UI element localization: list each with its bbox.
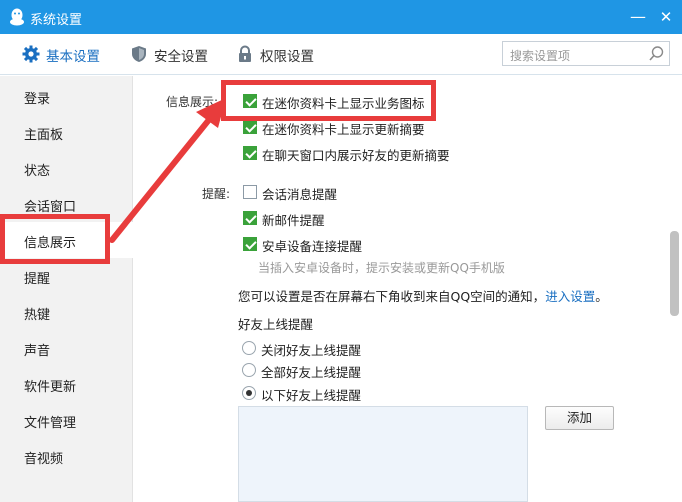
sidebar-item-file-management[interactable]: 文件管理 <box>0 402 133 438</box>
checkbox-label: 会话消息提醒 <box>262 187 338 202</box>
sidebar-item-label: 会话窗口 <box>24 200 77 215</box>
qq-penguin-icon <box>10 8 24 26</box>
scrollbar-thumb[interactable] <box>670 231 679 316</box>
shield-icon <box>132 46 146 62</box>
sidebar-item-label: 音视频 <box>24 452 64 467</box>
sidebar-item-label: 状态 <box>24 164 51 179</box>
tab-label: 权限设置 <box>260 49 314 65</box>
qzone-notice-suffix: 。 <box>595 289 608 304</box>
sidebar-item-main-panel[interactable]: 主面板 <box>0 114 133 150</box>
window-title: 系统设置 <box>30 13 83 28</box>
tab-label: 基本设置 <box>46 49 100 65</box>
highlight-box-option <box>221 80 436 121</box>
friend-list-box[interactable] <box>238 406 528 502</box>
search-input[interactable]: 搜索设置项 <box>502 41 670 66</box>
highlight-box-sidebar <box>0 214 110 264</box>
checkbox-box[interactable] <box>243 146 257 160</box>
sidebar-item-software-update[interactable]: 软件更新 <box>0 366 133 402</box>
radio-label: 关闭好友上线提醒 <box>261 343 362 358</box>
tab-permission-settings[interactable]: 权限设置 <box>236 44 326 66</box>
checkbox-box[interactable] <box>243 185 257 199</box>
info-display-section-label: 信息展示: <box>166 95 219 109</box>
reminders-section-label: 提醒: <box>202 187 231 201</box>
checkbox-label: 新邮件提醒 <box>262 213 325 228</box>
sidebar: 登录 主面板 状态 会话窗口 信息展示 提醒 热键 声音 软件更新 文件管理 音… <box>0 76 133 502</box>
checkbox-box[interactable] <box>243 237 257 251</box>
sidebar-item-status[interactable]: 状态 <box>0 150 133 186</box>
radio-circle[interactable] <box>242 341 256 355</box>
radio-label: 以下好友上线提醒 <box>261 388 362 403</box>
radio-circle[interactable] <box>242 386 256 400</box>
checkbox-label: 在聊天窗口内展示好友的更新摘要 <box>262 148 450 163</box>
sidebar-item-label: 热键 <box>24 308 51 323</box>
radio-label: 全部好友上线提醒 <box>261 365 362 380</box>
add-friend-button[interactable]: 添加 <box>545 406 614 430</box>
enter-settings-link[interactable]: 进入设置 <box>545 289 595 304</box>
lock-icon <box>239 45 251 62</box>
checkbox-box[interactable] <box>243 211 257 225</box>
android-hint-text: 当插入安卓设备时，提示安装或更新QQ手机版 <box>258 261 505 275</box>
vertical-scrollbar[interactable] <box>668 76 682 502</box>
settings-panel: 信息展示: 在迷你资料卡上显示业务图标 在迷你资料卡上显示更新摘要 在聊天窗口内… <box>134 76 668 502</box>
radio-circle[interactable] <box>242 363 256 377</box>
qzone-notice: 您可以设置是否在屏幕右下角收到来自QQ空间的通知，进入设置。 <box>238 286 608 305</box>
search-icon[interactable] <box>648 45 665 62</box>
checkbox-label: 在迷你资料卡上显示更新摘要 <box>262 122 425 137</box>
close-button[interactable]: ✕ <box>655 6 677 28</box>
tab-label: 安全设置 <box>154 49 208 65</box>
sidebar-item-label: 声音 <box>24 344 51 359</box>
sidebar-item-label: 提醒 <box>24 272 51 287</box>
minimize-button[interactable]: — <box>627 6 649 28</box>
checkbox-box[interactable] <box>243 120 257 134</box>
tab-security-settings[interactable]: 安全设置 <box>130 44 220 66</box>
qzone-notice-text: 您可以设置是否在屏幕右下角收到来自QQ空间的通知， <box>238 289 546 304</box>
sidebar-item-hotkeys[interactable]: 热键 <box>0 294 133 330</box>
sidebar-item-sound[interactable]: 声音 <box>0 330 133 366</box>
gear-icon <box>22 45 40 63</box>
sidebar-item-label: 文件管理 <box>24 416 77 431</box>
tab-basic-settings[interactable]: 基本设置 <box>22 44 112 66</box>
sidebar-item-label: 主面板 <box>24 128 64 143</box>
sidebar-item-login[interactable]: 登录 <box>0 78 133 114</box>
sidebar-item-label: 软件更新 <box>24 380 77 395</box>
checkbox-label: 安卓设备连接提醒 <box>262 239 363 254</box>
friend-online-section-label: 好友上线提醒 <box>238 317 314 332</box>
sidebar-item-label: 登录 <box>24 92 51 107</box>
search-placeholder: 搜索设置项 <box>510 49 571 63</box>
title-bar: 系统设置 — ✕ <box>0 0 682 34</box>
sidebar-item-audio-video[interactable]: 音视频 <box>0 438 133 474</box>
